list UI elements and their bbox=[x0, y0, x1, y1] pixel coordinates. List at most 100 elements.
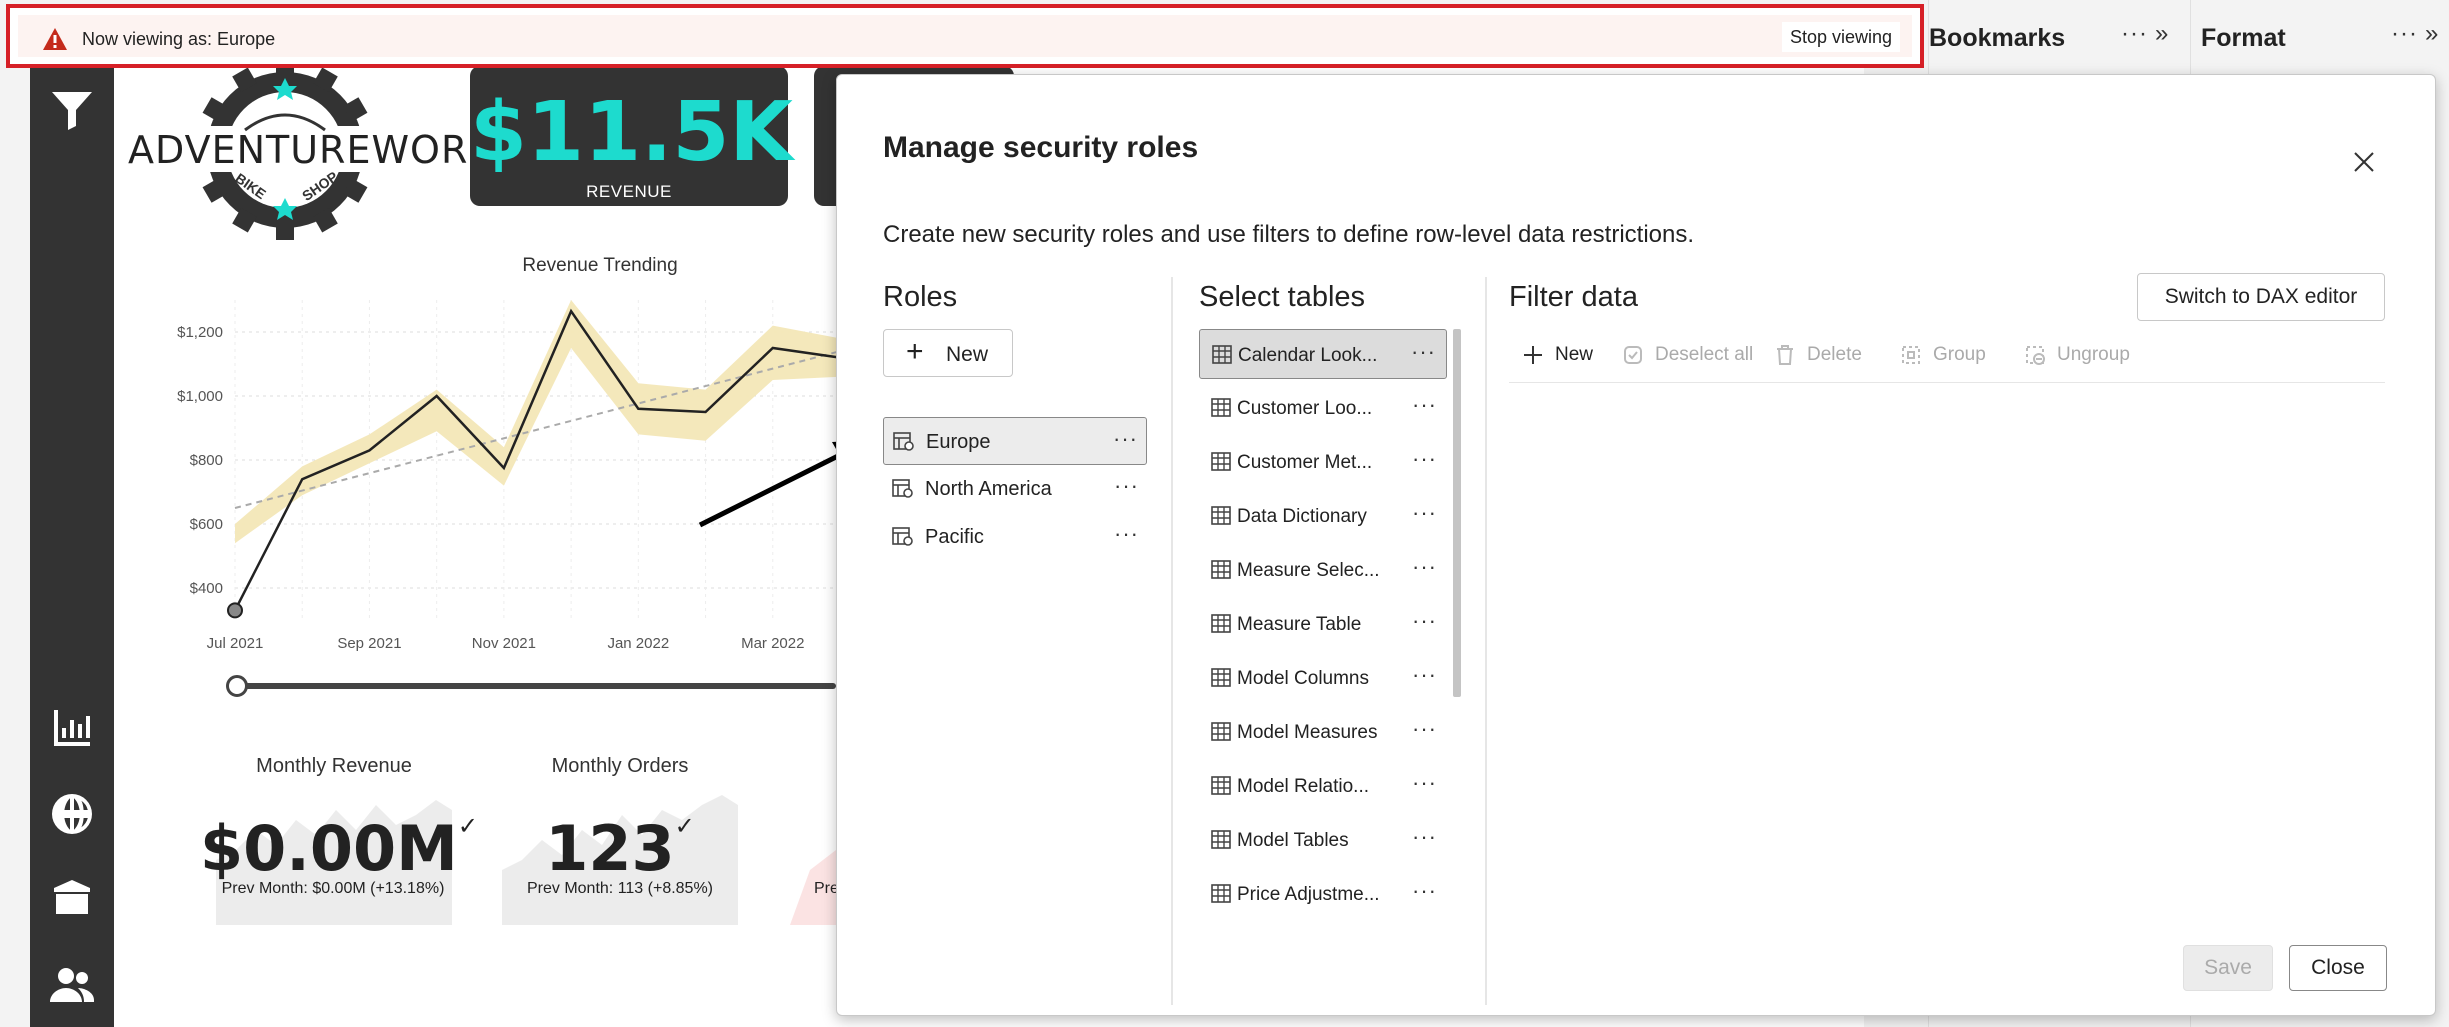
people-icon[interactable] bbox=[44, 956, 100, 1012]
role-item[interactable]: Pacific ··· bbox=[883, 513, 1147, 561]
table-icon bbox=[1211, 614, 1231, 633]
date-slider-track[interactable] bbox=[236, 683, 836, 689]
deselect-all-button[interactable]: Deselect all bbox=[1621, 343, 1753, 367]
check-icon: ✓ bbox=[674, 812, 695, 840]
table-more-icon[interactable]: ··· bbox=[1412, 554, 1437, 580]
role-more-icon[interactable]: ··· bbox=[1114, 473, 1139, 499]
table-name: Model Columns bbox=[1237, 668, 1369, 689]
table-more-icon[interactable]: ··· bbox=[1412, 662, 1437, 688]
y-tick-label: $1,200 bbox=[177, 324, 223, 341]
trash-icon bbox=[1777, 345, 1793, 365]
bar-chart-icon[interactable] bbox=[44, 700, 100, 756]
table-name: Customer Loo... bbox=[1237, 398, 1373, 419]
plus-icon: + bbox=[906, 335, 924, 368]
table-icon bbox=[1211, 884, 1231, 903]
tables-header: Select tables bbox=[1199, 281, 1366, 313]
check-icon: ✓ bbox=[457, 812, 478, 840]
table-item[interactable]: Customer Met... ··· bbox=[1199, 437, 1447, 487]
close-button[interactable]: Close bbox=[2289, 945, 2387, 991]
role-more-icon[interactable]: ··· bbox=[1113, 426, 1138, 452]
table-icon bbox=[1211, 560, 1231, 579]
table-item[interactable]: Calendar Look... ··· bbox=[1199, 329, 1447, 379]
revenue-value: $11.5K bbox=[470, 85, 793, 180]
switch-to-dax-editor-button[interactable]: Switch to DAX editor bbox=[2137, 273, 2385, 321]
close-icon[interactable] bbox=[2349, 147, 2379, 177]
table-item[interactable]: Price Adjustme... ··· bbox=[1199, 869, 1447, 919]
y-tick-label: $600 bbox=[190, 516, 223, 533]
bookmarks-collapse-icon[interactable]: » bbox=[2155, 20, 2169, 48]
tables-scrollbar[interactable] bbox=[1453, 329, 1461, 697]
table-icon bbox=[1212, 345, 1232, 364]
role-more-icon[interactable]: ··· bbox=[1114, 521, 1139, 547]
role-item[interactable]: Europe ··· bbox=[883, 417, 1147, 465]
format-title: Format bbox=[2201, 24, 2286, 52]
new-role-button[interactable]: + New bbox=[883, 329, 1013, 377]
table-name: Data Dictionary bbox=[1237, 506, 1367, 527]
table-icon bbox=[1211, 830, 1231, 849]
table-name: Model Relatio... bbox=[1237, 776, 1370, 797]
dialog-description: Create new security roles and use filter… bbox=[883, 221, 1695, 248]
monthly-revenue-sub: Prev Month: $0.00M (+13.18%) bbox=[221, 880, 445, 897]
logo-text: ADVENTUREWORKS bbox=[128, 128, 520, 172]
table-name: Model Tables bbox=[1237, 830, 1349, 851]
table-name: Model Measures bbox=[1237, 722, 1378, 743]
table-item[interactable]: Data Dictionary ··· bbox=[1199, 491, 1447, 541]
monthly-orders-sub: Prev Month: 113 (+8.85%) bbox=[526, 880, 714, 897]
banner-inner: Now viewing as: Europe Stop viewing bbox=[18, 15, 1912, 57]
ungroup-button[interactable]: Ungroup bbox=[2023, 343, 2130, 367]
monthly-orders-value: 123✓ bbox=[545, 812, 695, 885]
format-more-icon[interactable]: ··· bbox=[2391, 20, 2418, 48]
x-tick-label: Sep 2021 bbox=[337, 635, 401, 652]
table-more-icon[interactable]: ··· bbox=[1411, 339, 1436, 365]
globe-icon[interactable] bbox=[44, 786, 100, 842]
y-tick-label: $800 bbox=[190, 452, 223, 469]
table-icon bbox=[1211, 398, 1231, 417]
y-tick-label: $1,000 bbox=[177, 388, 223, 405]
date-slider-handle[interactable] bbox=[226, 675, 248, 697]
role-name: Pacific bbox=[925, 526, 984, 548]
table-more-icon[interactable]: ··· bbox=[1412, 608, 1437, 634]
bookmarks-more-icon[interactable]: ··· bbox=[2121, 20, 2148, 48]
role-icon bbox=[892, 479, 913, 498]
table-name: Measure Table bbox=[1237, 614, 1362, 635]
roles-header: Roles bbox=[883, 281, 958, 313]
data-point bbox=[227, 602, 243, 619]
delete-button[interactable]: Delete bbox=[1773, 343, 1862, 367]
table-more-icon[interactable]: ··· bbox=[1412, 392, 1437, 418]
deselect-icon bbox=[1624, 346, 1642, 364]
revenue-label: REVENUE bbox=[586, 182, 672, 201]
save-button[interactable]: Save bbox=[2183, 945, 2273, 991]
table-icon bbox=[1211, 452, 1231, 471]
table-more-icon[interactable]: ··· bbox=[1412, 878, 1437, 904]
third-kpi-sparkline bbox=[790, 850, 836, 925]
table-item[interactable]: Model Measures ··· bbox=[1199, 707, 1447, 757]
filter-new-button[interactable]: New bbox=[1521, 343, 1593, 367]
table-item[interactable]: Measure Selec... ··· bbox=[1199, 545, 1447, 595]
role-item[interactable]: North America ··· bbox=[883, 465, 1147, 513]
table-more-icon[interactable]: ··· bbox=[1412, 770, 1437, 796]
table-more-icon[interactable]: ··· bbox=[1412, 824, 1437, 850]
divider-2 bbox=[1485, 277, 1487, 1005]
stop-viewing-button[interactable]: Stop viewing bbox=[1781, 22, 1900, 52]
box-icon[interactable] bbox=[44, 870, 100, 926]
revenue-card[interactable]: $11.5K REVENUE bbox=[470, 66, 793, 206]
table-more-icon[interactable]: ··· bbox=[1412, 716, 1437, 742]
format-collapse-icon[interactable]: » bbox=[2425, 20, 2439, 48]
table-item[interactable]: Model Relatio... ··· bbox=[1199, 761, 1447, 811]
table-icon bbox=[1211, 506, 1231, 525]
table-item[interactable]: Measure Table ··· bbox=[1199, 599, 1447, 649]
y-tick-label: $400 bbox=[190, 580, 223, 597]
filter-icon[interactable] bbox=[44, 82, 100, 138]
table-item[interactable]: Model Columns ··· bbox=[1199, 653, 1447, 703]
tables-list: Calendar Look... ··· Customer Loo... ··· Cus… bbox=[1199, 329, 1447, 1005]
table-more-icon[interactable]: ··· bbox=[1412, 446, 1437, 472]
table-item[interactable]: Customer Loo... ··· bbox=[1199, 383, 1447, 433]
role-icon bbox=[892, 527, 913, 546]
table-more-icon[interactable]: ··· bbox=[1412, 500, 1437, 526]
manage-security-roles-dialog: Manage security roles Create new securit… bbox=[836, 74, 2436, 1016]
filter-toolbar: New Deselect all Delete Group Ungroup bbox=[1509, 331, 2385, 383]
table-item[interactable]: Model Tables ··· bbox=[1199, 815, 1447, 865]
group-button[interactable]: Group bbox=[1899, 343, 1986, 367]
monthly-revenue-value: $0.00M✓ bbox=[200, 812, 478, 885]
warning-icon bbox=[43, 28, 67, 50]
